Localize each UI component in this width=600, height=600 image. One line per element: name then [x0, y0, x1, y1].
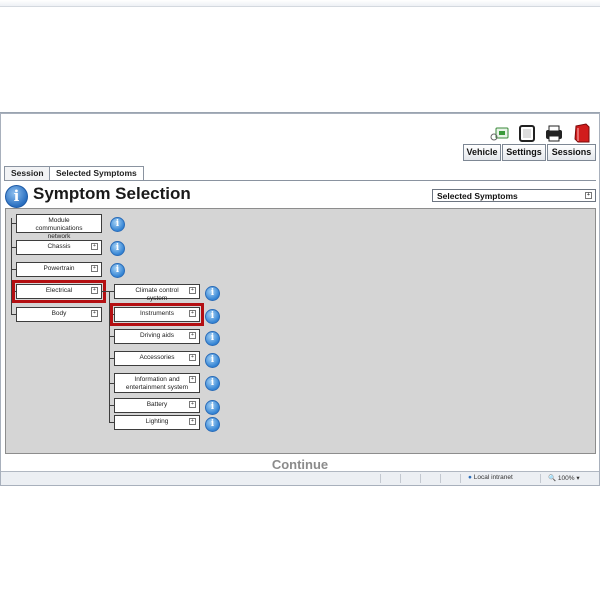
tree-node-accessories[interactable]: Accessories + — [114, 351, 200, 366]
zoom-label: 100% — [557, 475, 575, 482]
node-label: Body — [51, 310, 67, 317]
node-label: Accessories — [139, 354, 175, 361]
printer-icon[interactable] — [542, 123, 566, 143]
page-title: Symptom Selection — [33, 184, 191, 203]
expand-icon[interactable]: + — [189, 376, 196, 383]
tree-node-information-and-entertainment-system[interactable]: Information and entertainment system + — [114, 373, 200, 393]
expand-icon[interactable]: + — [189, 354, 196, 361]
node-label: Electrical — [45, 287, 73, 294]
info-icon[interactable]: i — [110, 263, 125, 278]
tab-vehicle[interactable]: Vehicle — [463, 144, 501, 161]
status-divider — [540, 474, 541, 483]
status-divider — [440, 474, 441, 483]
symptom-tree-panel: Module communications network i Chassis … — [5, 208, 596, 454]
tree-node-chassis[interactable]: Chassis + — [16, 240, 102, 255]
tab-settings[interactable]: Settings — [502, 144, 546, 161]
expand-icon[interactable]: + — [189, 310, 196, 317]
dropdown-value: Selected Symptoms — [437, 191, 518, 201]
node-label: Information and entertainment system — [125, 376, 189, 391]
tab-sessions[interactable]: Sessions — [547, 144, 596, 161]
red-book-icon[interactable] — [570, 123, 594, 143]
globe-icon: ● — [468, 474, 472, 481]
info-icon[interactable]: i — [205, 353, 220, 368]
magnifier-icon: 🔍 — [548, 475, 557, 482]
expand-icon[interactable]: + — [91, 265, 98, 272]
tree-connector — [109, 291, 110, 422]
expand-icon[interactable]: + — [91, 287, 98, 294]
app-window: Vehicle Settings Sessions Session Select… — [0, 112, 600, 486]
browser-status-bar: ● Local intranet 🔍 100% ▾ — [0, 471, 600, 485]
browser-top-strip — [0, 0, 600, 7]
continue-button[interactable]: Continue — [0, 457, 600, 472]
expand-icon[interactable]: + — [91, 310, 98, 317]
node-label: Chassis — [47, 243, 71, 250]
tree-node-electrical[interactable]: Electrical + — [12, 280, 106, 303]
session-tab-bar: Session Selected Symptoms — [4, 166, 596, 181]
tree-node-body[interactable]: Body + — [16, 307, 102, 322]
status-divider — [460, 474, 461, 483]
expand-icon[interactable]: + — [585, 192, 592, 199]
expand-icon[interactable]: + — [189, 401, 196, 408]
info-icon[interactable]: i — [205, 331, 220, 346]
tree-node-powertrain[interactable]: Powertrain + — [16, 262, 102, 277]
tree-node-driving-aids[interactable]: Driving aids + — [114, 329, 200, 344]
node-label: Lighting — [145, 418, 169, 425]
node-label: Module communications network — [35, 217, 83, 240]
tree-node-instruments[interactable]: Instruments + — [110, 303, 204, 326]
status-divider — [380, 474, 381, 483]
node-label: Climate control system — [135, 287, 179, 302]
info-icon[interactable]: i — [205, 400, 220, 415]
chevron-down-icon[interactable]: ▾ — [576, 475, 579, 482]
info-icon[interactable]: i — [205, 286, 220, 301]
info-icon[interactable]: i — [110, 217, 125, 232]
tab-session[interactable]: Session — [4, 166, 51, 180]
node-label: Battery — [146, 401, 168, 408]
node-label: Powertrain — [43, 265, 75, 272]
expand-icon[interactable]: + — [91, 243, 98, 250]
tree-node-climate-control-system[interactable]: Climate control system + — [114, 284, 200, 302]
tree-node-lighting[interactable]: Lighting + — [114, 415, 200, 430]
zone-label: Local intranet — [473, 474, 513, 481]
ecu-icon[interactable] — [515, 123, 539, 143]
vehicle-connect-icon[interactable] — [489, 123, 513, 143]
tree-connector — [102, 291, 109, 292]
selected-symptoms-dropdown[interactable]: Selected Symptoms + — [432, 189, 596, 202]
status-divider — [400, 474, 401, 483]
expand-icon[interactable]: + — [189, 332, 196, 339]
tree-connector — [11, 218, 12, 315]
node-label: Instruments — [140, 310, 174, 317]
info-icon[interactable]: i — [205, 417, 220, 432]
expand-icon[interactable]: + — [189, 287, 196, 294]
node-label: Driving aids — [140, 332, 174, 339]
info-icon[interactable]: i — [205, 376, 220, 391]
info-icon[interactable]: i — [110, 241, 125, 256]
status-divider — [420, 474, 421, 483]
expand-icon[interactable]: + — [189, 418, 196, 425]
info-icon-large: i — [5, 185, 28, 208]
tree-node-module-communications-network[interactable]: Module communications network — [16, 214, 102, 240]
tab-selected-symptoms[interactable]: Selected Symptoms — [49, 166, 144, 180]
info-icon[interactable]: i — [205, 309, 220, 324]
zoom-level[interactable]: 🔍 100% ▾ — [548, 474, 580, 482]
tree-node-battery[interactable]: Battery + — [114, 398, 200, 413]
security-zone: ● Local intranet — [468, 474, 513, 481]
